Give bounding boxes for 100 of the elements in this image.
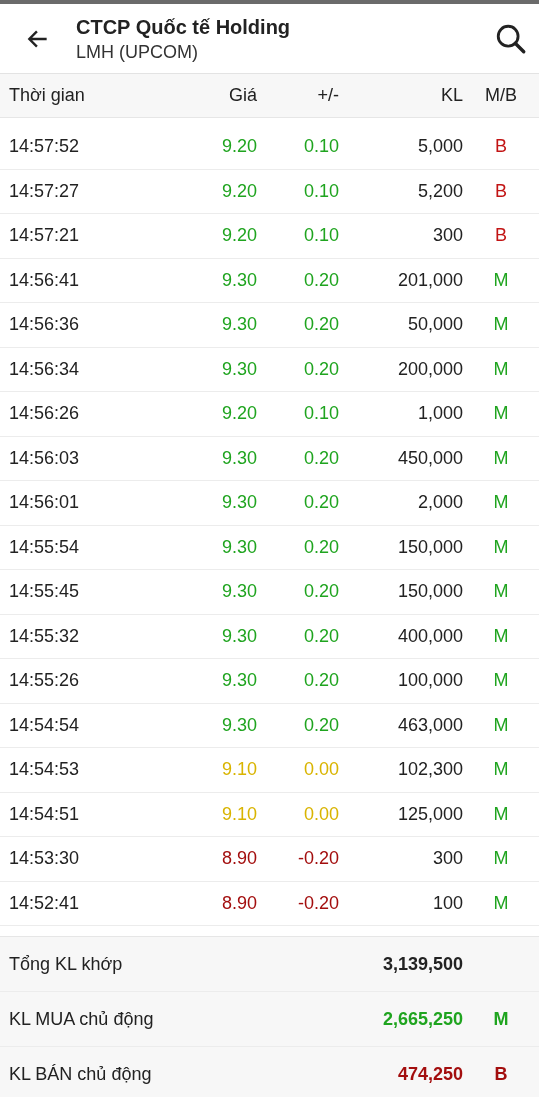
volume-cell: 102,300 [397,759,463,780]
side-cell: M [493,269,509,290]
side-cell: B [495,225,507,246]
volume-cell: 2,000 [417,492,463,513]
price-cell: 9.10 [221,759,257,780]
side-cell: M [493,447,509,468]
change-cell: 0.10 [303,180,339,201]
price-cell: 9.30 [221,492,257,513]
change-cell: 0.20 [303,581,339,602]
time-cell: 14:56:36 [9,314,80,335]
volume-cell: 125,000 [397,803,463,824]
summary-value: 474,250 [397,1063,463,1084]
price-cell: 9.20 [221,403,257,424]
change-cell: 0.00 [303,759,339,780]
column-header: Giá [229,85,257,105]
side-cell: M [493,714,509,735]
price-cell: 9.10 [221,803,257,824]
time-cell: 14:54:54 [9,714,80,735]
volume-cell: 400,000 [397,625,463,646]
side-cell: M [493,803,509,824]
change-cell: 0.20 [303,492,339,513]
price-cell: 9.30 [221,581,257,602]
side-cell: M [493,536,509,557]
side-cell: B [495,180,507,201]
time-cell: 14:57:52 [9,136,80,157]
column-header: Thời gian [9,85,85,105]
time-cell: 14:56:03 [9,447,80,468]
price-cell: 9.20 [221,136,257,157]
volume-cell: 201,000 [397,269,463,290]
volume-cell: 100,000 [397,670,463,691]
change-cell: 0.20 [303,358,339,379]
price-cell: 9.30 [221,314,257,335]
volume-cell: 50,000 [407,314,463,335]
price-cell: 9.30 [221,625,257,646]
volume-cell: 150,000 [397,536,463,557]
change-cell: 0.20 [303,714,339,735]
price-cell: 8.90 [221,848,257,869]
price-cell: 9.30 [221,714,257,735]
price-cell: 9.30 [221,670,257,691]
price-cell: 8.90 [221,892,257,913]
volume-cell: 463,000 [397,714,463,735]
change-cell: 0.10 [303,136,339,157]
side-cell: M [493,848,509,869]
time-cell: 14:56:41 [9,269,80,290]
volume-cell: 100 [432,892,463,913]
price-cell: 9.30 [221,269,257,290]
side-cell: M [493,670,509,691]
change-cell: 0.20 [303,447,339,468]
time-cell: 14:57:21 [9,225,80,246]
time-cell: 14:55:32 [9,625,80,646]
time-cell: 14:54:53 [9,759,80,780]
stock-subtitle: LMH (UPCOM) [76,40,199,64]
summary-value: 3,139,500 [382,953,463,974]
volume-cell: 300 [432,848,463,869]
change-cell: 0.20 [303,314,339,335]
summary-label: KL MUA chủ động [9,1008,154,1029]
side-cell: M [493,581,509,602]
change-cell: 0.20 [303,670,339,691]
side-indicator: B [494,1063,508,1084]
side-cell: B [495,136,507,157]
price-cell: 9.20 [221,180,257,201]
time-cell: 14:55:45 [9,581,80,602]
volume-cell: 450,000 [397,447,463,468]
side-cell: M [493,759,509,780]
volume-cell: 5,200 [417,180,463,201]
summary-label: Tổng KL khớp [9,953,123,974]
change-cell: -0.20 [297,892,339,913]
change-cell: 0.10 [303,403,339,424]
side-cell: M [493,492,509,513]
change-cell: 0.20 [303,269,339,290]
side-cell: M [493,358,509,379]
summary-value: 2,665,250 [382,1008,463,1029]
column-header: M/B [485,85,517,105]
time-cell: 14:55:54 [9,536,80,557]
price-cell: 9.30 [221,536,257,557]
volume-cell: 150,000 [397,581,463,602]
time-cell: 14:54:51 [9,803,80,824]
side-cell: M [493,314,509,335]
time-cell: 14:56:01 [9,492,80,513]
time-cell: 14:56:34 [9,358,80,379]
price-cell: 9.30 [221,447,257,468]
time-cell: 14:53:30 [9,848,80,869]
time-cell: 14:55:26 [9,670,80,691]
side-cell: M [493,625,509,646]
price-cell: 9.20 [221,225,257,246]
volume-cell: 300 [432,225,463,246]
volume-cell: 5,000 [417,136,463,157]
time-cell: 14:52:41 [9,892,80,913]
change-cell: 0.20 [303,625,339,646]
price-cell: 9.30 [221,358,257,379]
column-header: KL [440,85,463,105]
change-cell: 0.20 [303,536,339,557]
side-cell: M [493,892,509,913]
side-indicator: M [493,1008,509,1029]
time-cell: 14:57:27 [9,180,80,201]
stock-title: CTCP Quốc tế Holding [76,14,292,40]
column-header: +/- [317,85,339,105]
change-cell: 0.10 [303,225,339,246]
time-cell: 14:56:26 [9,403,80,424]
change-cell: 0.00 [303,803,339,824]
